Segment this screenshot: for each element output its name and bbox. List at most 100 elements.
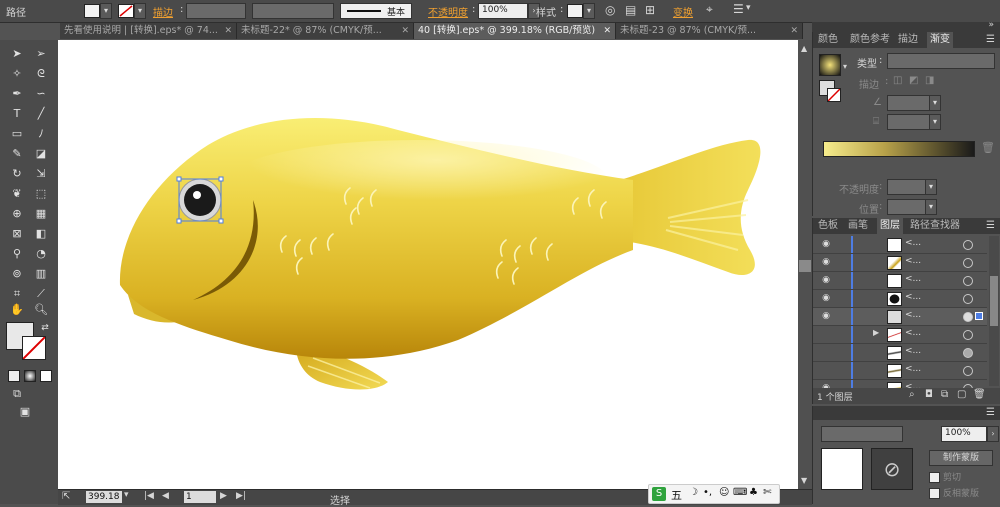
graphic-style-swatch[interactable] <box>567 4 583 18</box>
layers-scroll-thumb[interactable] <box>990 276 998 326</box>
scroll-thumb[interactable] <box>799 260 811 272</box>
mask-thumbnail[interactable]: ⊘ <box>871 448 913 490</box>
gradient-slider[interactable] <box>823 141 975 157</box>
chevron-down-icon[interactable]: ▾ <box>746 3 751 13</box>
type-tool-icon[interactable]: T <box>8 106 26 122</box>
zoom-field[interactable]: 399.18 <box>86 491 122 503</box>
mesh-tool-icon[interactable]: ⊠ <box>8 226 26 242</box>
transparency-opacity-field[interactable]: 100% <box>941 426 987 442</box>
next-page-icon[interactable]: ▶ <box>220 491 227 501</box>
tools-icon[interactable]: ✄ <box>763 487 771 498</box>
tab-brushes[interactable]: 画笔 <box>845 218 871 234</box>
invert-mask-checkbox[interactable] <box>929 488 940 499</box>
zoom-tool-icon[interactable]: 🔍︎ <box>32 302 50 318</box>
panel-menu-icon[interactable]: ☰ <box>733 2 744 16</box>
scale-tool-icon[interactable]: ⇲ <box>32 166 50 182</box>
blend-mode-dropdown[interactable] <box>821 426 903 442</box>
tab-stroke[interactable]: 描边 <box>895 32 921 48</box>
swap-colors-icon[interactable]: ⇄ <box>36 320 54 336</box>
warp-tool-icon[interactable]: ❦ <box>8 186 26 202</box>
stroke-label[interactable]: 描边 <box>153 4 173 19</box>
hand-tool-icon[interactable]: ✋ <box>8 302 26 318</box>
direct-selection-tool-icon[interactable]: ➢ <box>32 46 50 62</box>
tab-color-guide[interactable]: 颜色参考 <box>847 32 893 48</box>
style-dropdown-arrow[interactable]: ▾ <box>583 3 595 19</box>
slice-tool-icon[interactable]: ⟋ <box>32 286 50 302</box>
pencil-tool-icon[interactable]: ✎ <box>8 146 26 162</box>
selection-tool-icon[interactable]: ➤ <box>8 46 26 62</box>
stop-opacity-arrow[interactable]: ▾ <box>925 179 937 195</box>
gradient-mode-icon[interactable] <box>24 370 36 382</box>
tab-swatches[interactable]: 色板 <box>815 218 841 234</box>
none-mode-icon[interactable] <box>40 370 52 382</box>
stop-position-arrow[interactable]: ▾ <box>925 199 937 215</box>
stop-position-field[interactable] <box>887 199 927 215</box>
new-layer-icon[interactable]: ▢ <box>957 389 966 400</box>
panel-dock-header[interactable]: » <box>812 20 1000 32</box>
layer-row[interactable]: ◉<... <box>813 254 987 272</box>
trash-icon[interactable]: 🗑︎ <box>973 389 986 400</box>
pen-tool-icon[interactable]: ✒ <box>8 86 26 102</box>
opacity-field[interactable]: 100% <box>478 3 528 19</box>
layer-row[interactable]: ▶ <... <box>813 326 987 344</box>
isolate-icon[interactable]: ⌖ <box>706 2 713 17</box>
rectangle-tool-icon[interactable]: ▭ <box>8 126 26 142</box>
eraser-tool-icon[interactable]: ◪ <box>32 146 50 162</box>
distribute-icon[interactable]: ⊞ <box>645 3 655 17</box>
panel-menu-icon[interactable]: ☰ <box>986 220 995 231</box>
tab-gradient[interactable]: 渐变 <box>927 32 953 48</box>
layer-row[interactable]: ◉<... <box>813 236 987 254</box>
line-tool-icon[interactable]: ╱ <box>32 106 50 122</box>
layer-row[interactable]: <... <box>813 344 987 362</box>
layer-row[interactable]: ◉<... <box>813 272 987 290</box>
drawing-mode-icon[interactable]: ⧉ <box>8 386 26 402</box>
vertical-scrollbar[interactable]: ▲ ▼ <box>798 40 812 489</box>
tab-doc-2[interactable]: 未标题-22* @ 87% (CMYK/预... ✕ <box>237 23 414 39</box>
tab-pathfinder[interactable]: 路径查找器 <box>907 218 963 234</box>
stop-opacity-field[interactable] <box>887 179 927 195</box>
fish-artwork[interactable] <box>58 40 798 489</box>
trash-icon[interactable]: 🗑︎ <box>981 141 995 154</box>
brush-style-dropdown[interactable]: 基本 <box>340 3 412 19</box>
ime-mode-label[interactable]: 五 <box>671 487 682 503</box>
variable-width-dropdown[interactable] <box>252 3 334 19</box>
stroke-color-box[interactable] <box>22 336 46 360</box>
column-graph-tool-icon[interactable]: ▥ <box>32 266 50 282</box>
moon-icon[interactable]: ☽ <box>689 487 698 498</box>
angle-field[interactable] <box>887 95 931 111</box>
screen-mode-icon[interactable]: ▣ <box>16 404 34 420</box>
recolor-icon[interactable]: ◎ <box>605 3 615 17</box>
color-mode-icon[interactable] <box>8 370 20 382</box>
opacity-label[interactable]: 不透明度 <box>428 4 468 19</box>
tab-color[interactable]: 颜色 <box>815 32 841 48</box>
stroke-indicator-icon[interactable] <box>827 88 841 102</box>
transparency-opacity-arrow[interactable]: › <box>987 426 999 442</box>
tab-doc-1[interactable]: 先看使用说明 | [转换].eps* @ 74... ✕ <box>60 23 237 39</box>
clipping-mask-icon[interactable]: ◘ <box>925 389 933 400</box>
angle-dropdown-arrow[interactable]: ▾ <box>929 95 941 111</box>
gradient-preview-swatch[interactable] <box>819 54 841 76</box>
smile-icon[interactable]: ☺ <box>719 487 729 498</box>
eyedropper-tool-icon[interactable]: ⚲ <box>8 246 26 262</box>
tab-doc-3[interactable]: 40 [转换].eps* @ 399.18% (RGB/预览) ✕ <box>414 23 616 39</box>
layer-row-selected[interactable]: ◉ <... <box>813 308 987 326</box>
align-icon[interactable]: ▤ <box>625 3 636 17</box>
keyboard-icon[interactable]: ⌨ <box>733 487 747 498</box>
lasso-tool-icon[interactable]: ᘓ <box>32 66 50 82</box>
layer-row[interactable]: <... <box>813 362 987 380</box>
first-page-icon[interactable]: |◀ <box>144 491 154 501</box>
new-sublayer-icon[interactable]: ⧉ <box>941 389 948 400</box>
gradient-type-dropdown[interactable] <box>887 53 995 69</box>
panel-menu-icon[interactable]: ☰ <box>986 34 995 45</box>
perspective-grid-tool-icon[interactable]: ▦ <box>32 206 50 222</box>
prev-page-icon[interactable]: ◀ <box>162 491 169 501</box>
shape-builder-tool-icon[interactable]: ⊕ <box>8 206 26 222</box>
locate-object-icon[interactable]: ⌕ <box>909 389 915 400</box>
panel-menu-icon[interactable]: ☰ <box>986 407 995 418</box>
punctuation-icon[interactable]: •, <box>703 487 712 498</box>
free-transform-tool-icon[interactable]: ⬚ <box>32 186 50 202</box>
symbol-sprayer-tool-icon[interactable]: ⊚ <box>8 266 26 282</box>
magic-wand-tool-icon[interactable]: ✧ <box>8 66 26 82</box>
skin-icon[interactable]: ♣ <box>749 487 758 498</box>
artboard-tool-icon[interactable]: ⌗ <box>8 286 26 302</box>
